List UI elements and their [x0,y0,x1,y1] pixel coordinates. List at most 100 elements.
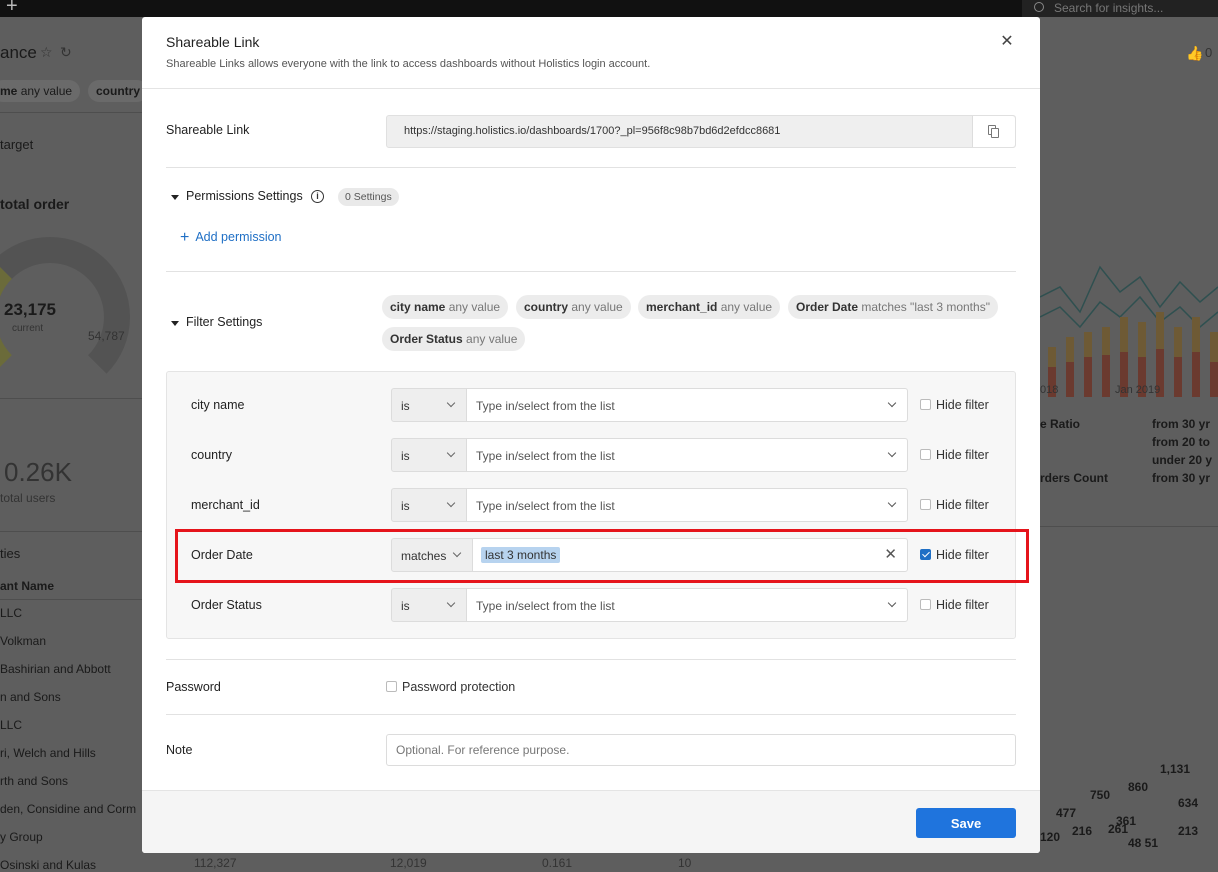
operator-select[interactable]: is [391,588,467,622]
filter-summary-chip: city name any value [382,295,509,319]
filter-summary-chip: country any value [516,295,631,319]
search-placeholder: Search for insights... [1054,1,1164,15]
table-row: Volkman [0,634,47,648]
info-icon[interactable]: i [311,190,324,203]
search-bar: Search for insights... [1022,0,1218,17]
password-label: Password [166,680,221,694]
collapse-permissions-icon[interactable] [171,195,179,200]
hide-filter-checkbox[interactable]: Hide filter [920,498,989,512]
kpi-caption: total users [0,491,56,505]
collapse-filters-icon[interactable] [171,321,179,326]
checkbox-icon [920,499,931,510]
hide-filter-checkbox[interactable]: Hide filter [920,398,989,412]
legend-item: from 30 yr [1152,417,1211,431]
table-row: y Group [0,830,43,844]
filter-row-city-name: city name is Type in/select from the lis… [167,388,1017,422]
highlight-annotation-box [175,529,1029,583]
gauge-value: 23,175 [4,300,56,319]
x-tick: 018 [1040,384,1059,396]
shareable-link-url: https://staging.holistics.io/dashboards/… [404,125,781,137]
copy-link-button[interactable] [972,116,1015,147]
divider [166,714,1016,715]
chevron-down-icon [887,598,897,608]
add-permission-button[interactable]: + Add permission [180,229,282,247]
divider [0,531,142,532]
table-row: LLC [0,718,23,732]
add-permission-label: Add permission [195,230,282,244]
permissions-settings-toggle[interactable]: Permissions Settings [186,189,303,203]
divider [166,659,1016,660]
filter-settings-toggle[interactable]: Filter Settings [186,315,262,329]
filter-row-order-status: Order Status is Type in/select from the … [167,588,1017,622]
operator-value: is [401,599,410,613]
table-row: den, Considine and Corm [0,802,137,816]
close-icon[interactable]: ✕ [998,33,1016,51]
save-button[interactable]: Save [916,808,1016,838]
operator-value: is [401,399,410,413]
table-row: n and Sons [0,690,61,704]
filter-name: merchant_id [191,498,260,512]
filter-row-merchant-id: merchant_id is Type in/select from the l… [167,488,1017,522]
value-placeholder: Type in/select from the list [476,449,615,463]
dashboard-left-column: ance ☆ ↻ me any value country target tot… [0,17,142,872]
operator-select[interactable]: is [391,438,467,472]
data-label: 477 [1056,806,1077,820]
plus-icon: + [180,229,190,246]
note-input[interactable] [386,734,1016,766]
table-cell: 112,327 [194,856,237,870]
bg-table-bottom-row: 112,327 12,019 0.161 10 [142,853,1040,872]
table-cell: 0.161 [542,856,573,870]
table-row: Bashirian and Abbott [0,662,111,676]
table-cell: 10 [678,856,692,870]
filter-value-select[interactable]: Type in/select from the list [466,388,908,422]
data-label: 213 [1178,824,1199,838]
legend-title: e Ratio [1040,417,1081,431]
data-label: 216 [1072,824,1093,838]
checkbox-icon [386,681,397,692]
operator-select[interactable]: is [391,388,467,422]
operator-select[interactable]: is [391,488,467,522]
legend-item: under 20 y [1152,453,1213,467]
table-row: rth and Sons [0,774,69,788]
copy-icon-front [991,128,999,138]
data-label: 634 [1178,796,1199,810]
filter-summary-chip: Order Date matches "last 3 months" [788,295,998,319]
hide-filter-checkbox[interactable]: Hide filter [920,448,989,462]
value-placeholder: Type in/select from the list [476,599,615,613]
like-count: 0 [1205,45,1213,60]
data-label: 48 51 [1128,836,1159,850]
bg-combo-chart [1040,265,1218,397]
hide-filter-label: Hide filter [936,598,989,612]
data-label: 860 [1128,780,1149,794]
filter-name: country [191,448,232,462]
like-icon: 👍 [1186,45,1204,61]
gauge-caption: current [12,323,44,334]
bg-filter-chip: me any value [0,80,81,102]
shareable-link-field[interactable]: https://staging.holistics.io/dashboards/… [386,115,1016,148]
dialog-title: Shareable Link [166,34,260,50]
chevron-down-icon [887,448,897,458]
table-row: LLC [0,606,23,620]
chevron-down-icon [446,398,456,408]
dialog-header: Shareable Link Shareable Links allows ev… [142,17,1040,89]
hide-filter-label: Hide filter [936,448,989,462]
dashboard-right-column: 👍 0 018 Jan 2019 e Ratio rders Count fro… [1040,17,1218,872]
filter-value-select[interactable]: Type in/select from the list [466,488,908,522]
chevron-down-icon [887,498,897,508]
divider [1040,526,1218,527]
filter-value-select[interactable]: Type in/select from the list [466,588,908,622]
password-protection-checkbox[interactable]: Password protection [386,680,515,694]
shareable-link-dialog: Shareable Link Shareable Links allows ev… [142,17,1040,853]
table-cell: 12,019 [390,856,427,870]
kpi-value: 0.26K [4,457,72,487]
legend-item: from 30 yr [1152,471,1211,485]
value-placeholder: Type in/select from the list [476,499,615,513]
filter-name: city name [191,398,245,412]
data-label: 261 [1108,822,1129,836]
legend-title: rders Count [1040,471,1109,485]
checkbox-icon [920,599,931,610]
star-icon: ☆ [40,44,53,60]
search-icon [1034,2,1044,12]
hide-filter-checkbox[interactable]: Hide filter [920,598,989,612]
filter-value-select[interactable]: Type in/select from the list [466,438,908,472]
